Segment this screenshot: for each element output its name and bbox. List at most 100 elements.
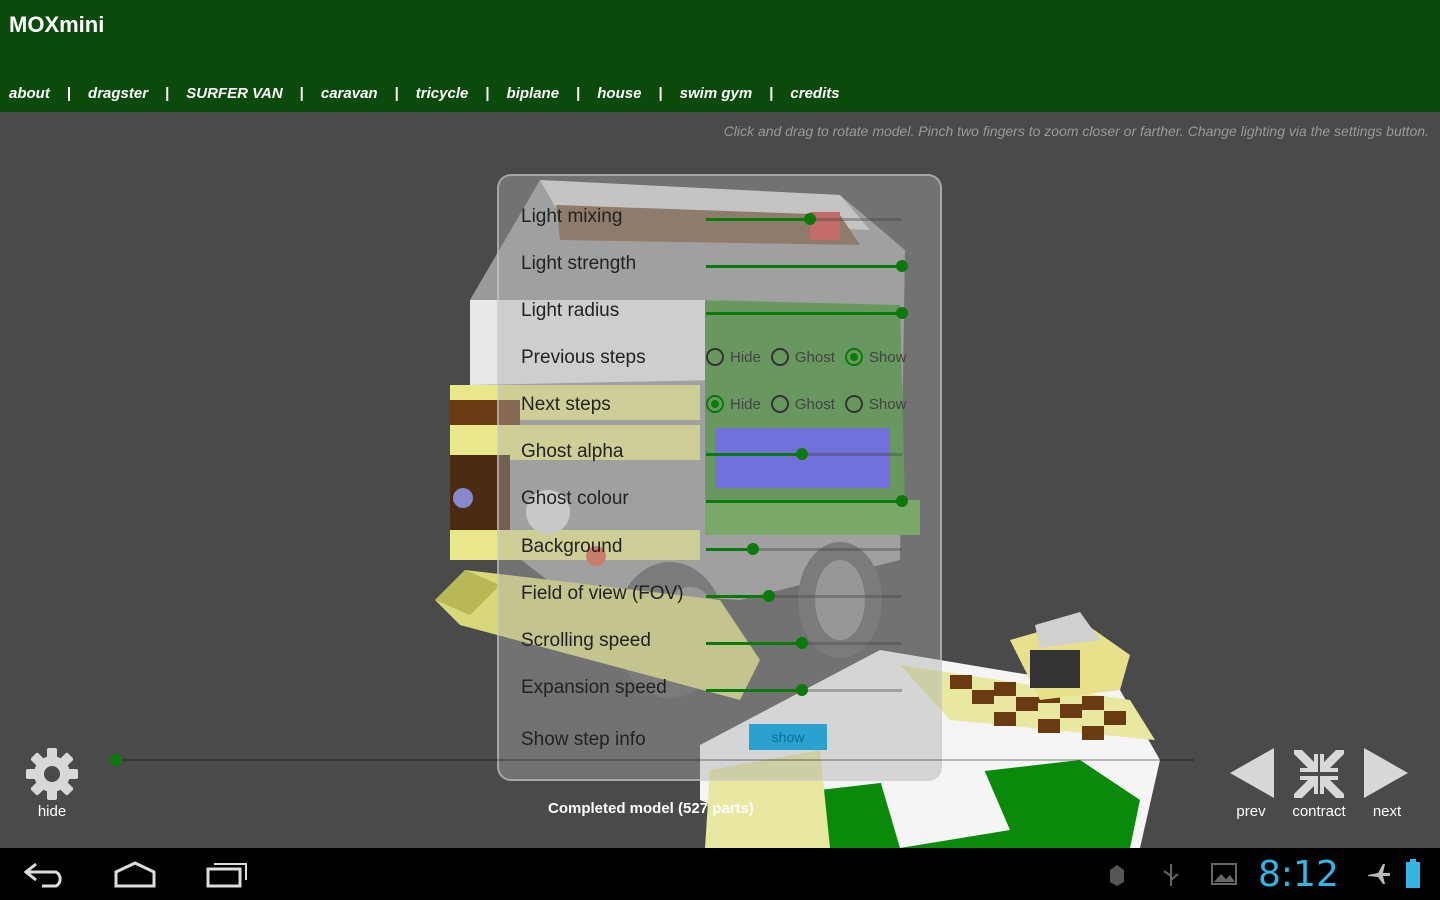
nav-separator: | [394, 84, 399, 102]
light-radius-label: Light radius [521, 300, 620, 321]
slider-fill [706, 312, 902, 315]
expansion-speed-slider[interactable] [706, 684, 902, 696]
slider-fill [706, 453, 803, 456]
nav-link-credits[interactable]: credits [790, 85, 839, 102]
radio-option-ghost[interactable]: Ghost [770, 395, 835, 413]
light-mixing-row: Light mixing [499, 204, 940, 234]
prev-arrow-icon[interactable] [1228, 746, 1276, 800]
radio-option-hide[interactable]: Hide [706, 348, 761, 366]
radio-circle[interactable] [706, 395, 724, 413]
slider-thumb[interactable] [796, 637, 809, 649]
radio-label: Show [868, 348, 907, 366]
step-progress-slider[interactable] [110, 754, 1194, 766]
airplane-mode-icon [1368, 864, 1390, 884]
step-info-text: Completed model (527 parts) [548, 800, 754, 817]
radio-label: Show [868, 395, 907, 413]
radio-label: Hide [730, 348, 761, 366]
scrolling-speed-row: Scrolling speed [499, 628, 940, 658]
nav-link-swim-gym[interactable]: swim gym [680, 85, 753, 102]
scrolling-speed-label: Scrolling speed [521, 630, 651, 651]
radio-circle[interactable] [770, 395, 789, 413]
slider-fill [706, 548, 754, 551]
radio-option-hide[interactable]: Hide [706, 395, 761, 413]
radio-circle[interactable] [844, 348, 863, 366]
slider-thumb[interactable] [896, 495, 908, 507]
ghost-colour-label: Ghost colour [521, 488, 629, 509]
slider-fill [706, 218, 810, 221]
nav-link-biplane[interactable]: biplane [507, 85, 560, 102]
nav-separator: | [299, 84, 304, 102]
settings-panel: Light mixing Light strength Light radius… [497, 174, 942, 781]
progress-thumb[interactable] [110, 754, 122, 766]
nav-link-house[interactable]: house [597, 85, 641, 102]
light-radius-row: Light radius [499, 298, 940, 328]
show-step-info-row: Show step info [499, 727, 940, 757]
light-radius-slider[interactable] [706, 307, 908, 319]
model-nav: about | dragster | SURFER VAN | caravan | tricyc… [9, 82, 840, 104]
slider-fill [706, 595, 769, 598]
light-strength-slider[interactable] [706, 260, 908, 272]
nav-link-dragster[interactable]: dragster [88, 85, 148, 102]
radio-circle[interactable] [706, 348, 724, 366]
next-arrow-icon[interactable] [1362, 746, 1410, 800]
nav-separator: | [658, 84, 663, 102]
slider-thumb[interactable] [796, 448, 809, 460]
hide-label[interactable]: hide [30, 803, 74, 820]
ghost-colour-slider[interactable] [706, 495, 908, 507]
slider-thumb[interactable] [762, 590, 775, 602]
previous-steps-row: Previous steps Hide Ghost Show [499, 345, 940, 375]
radio-circle[interactable] [770, 348, 789, 366]
nav-link-tricycle[interactable]: tricycle [416, 85, 469, 102]
usb-icon [1163, 864, 1179, 886]
expansion-speed-row: Expansion speed [499, 675, 940, 705]
light-mixing-slider[interactable] [706, 213, 902, 225]
android-debug-icon [1110, 865, 1124, 886]
back-icon[interactable] [22, 860, 68, 888]
prev-label[interactable]: prev [1228, 803, 1274, 820]
slider-thumb[interactable] [796, 684, 809, 696]
radio-option-show[interactable]: Show [844, 348, 907, 366]
nav-separator: | [769, 84, 774, 102]
gear-icon[interactable] [24, 746, 80, 802]
radio-option-show[interactable]: Show [844, 395, 907, 413]
radio-circle[interactable] [844, 395, 863, 413]
nav-link-about[interactable]: about [9, 85, 50, 102]
next-label[interactable]: next [1364, 803, 1410, 820]
contract-icon[interactable] [1292, 748, 1346, 800]
next-steps-radio-group: Hide Ghost Show [706, 395, 916, 413]
radio-label: Ghost [794, 348, 835, 366]
background-slider[interactable] [706, 543, 902, 555]
slider-fill [706, 265, 902, 268]
ghost-alpha-row: Ghost alpha [499, 439, 940, 469]
fov-slider[interactable] [706, 590, 902, 602]
system-nav-bar: 8:12 [0, 848, 1440, 900]
nav-separator: | [165, 84, 170, 102]
status-clock: 8:12 [1258, 854, 1339, 895]
battery-icon [1406, 859, 1420, 888]
show-step-info-button[interactable]: show [749, 724, 827, 750]
ghost-alpha-slider[interactable] [706, 448, 902, 460]
light-strength-row: Light strength [499, 251, 940, 281]
slider-thumb[interactable] [896, 260, 908, 272]
show-step-info-label: Show step info [521, 729, 646, 750]
previous-steps-radio-group: Hide Ghost Show [706, 348, 916, 366]
radio-label: Hide [730, 395, 761, 413]
app-title: MOXmini [9, 12, 105, 37]
slider-fill [706, 642, 803, 645]
nav-link-surfer-van[interactable]: SURFER VAN [186, 85, 282, 102]
fov-row: Field of view (FOV) [499, 581, 940, 611]
slider-thumb[interactable] [896, 307, 908, 319]
previous-steps-label: Previous steps [521, 347, 646, 368]
radio-option-ghost[interactable]: Ghost [770, 348, 835, 366]
contract-label[interactable]: contract [1284, 803, 1354, 820]
slider-thumb[interactable] [747, 543, 760, 555]
slider-fill [706, 689, 803, 692]
radio-label: Ghost [794, 395, 835, 413]
scrolling-speed-slider[interactable] [706, 637, 902, 649]
home-icon[interactable] [112, 860, 158, 888]
recent-apps-icon[interactable] [204, 860, 250, 888]
nav-link-caravan[interactable]: caravan [321, 85, 378, 102]
app-header: MOXmini about | dragster | SURFER VAN | carava… [0, 0, 1440, 112]
light-strength-label: Light strength [521, 253, 637, 274]
slider-thumb[interactable] [803, 213, 816, 225]
